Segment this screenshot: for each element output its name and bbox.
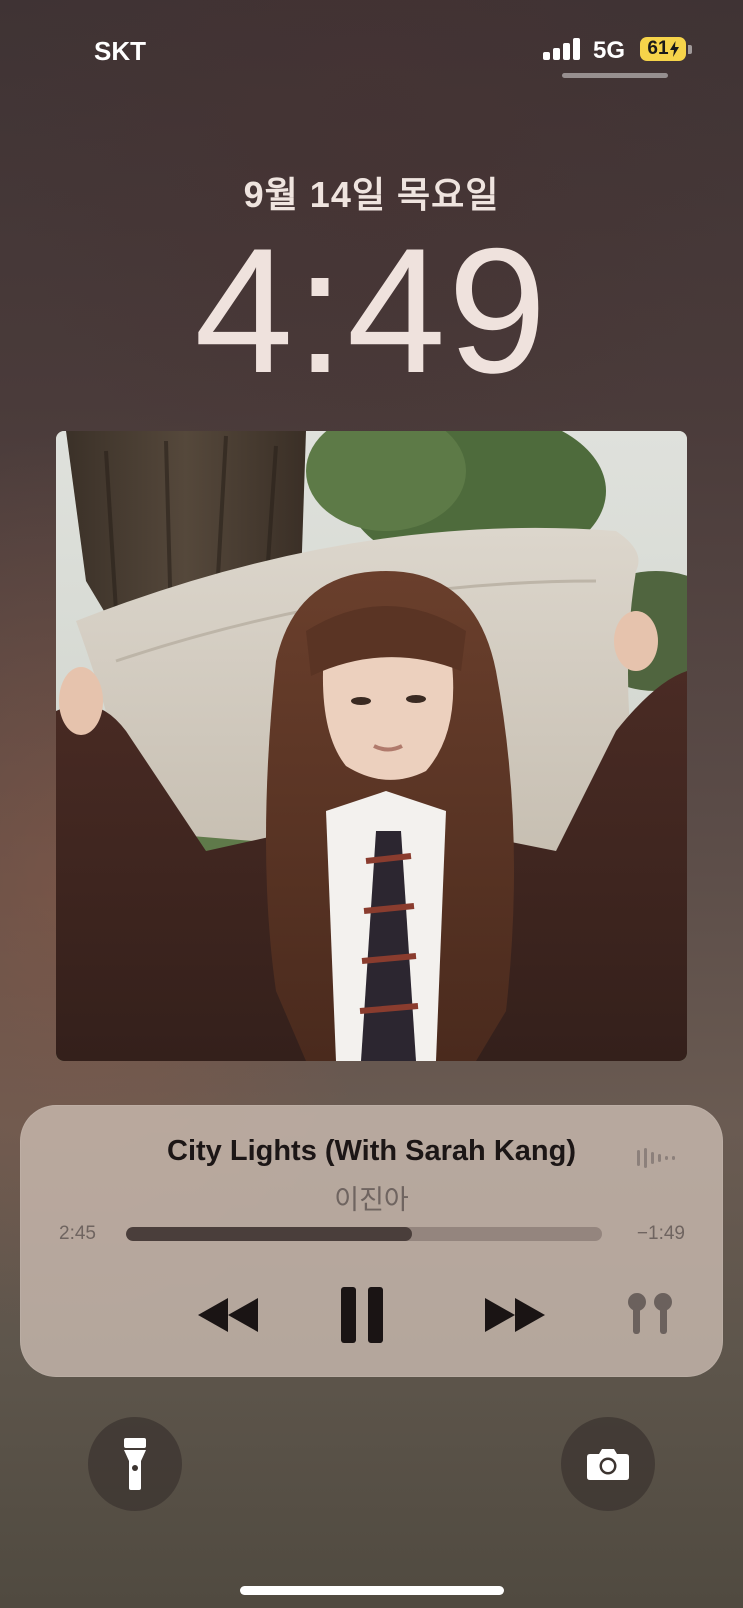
battery-level: 61 bbox=[647, 38, 669, 59]
lock-time: 4:49 bbox=[194, 211, 549, 410]
audio-output-button[interactable] bbox=[620, 1285, 680, 1345]
flashlight-icon bbox=[124, 1438, 146, 1490]
remaining-time: −1:49 bbox=[636, 1223, 685, 1244]
album-artwork-image bbox=[56, 431, 687, 1061]
pause-icon bbox=[341, 1287, 383, 1343]
waveform-icon[interactable] bbox=[637, 1147, 679, 1169]
playback-scrubber[interactable] bbox=[126, 1227, 602, 1241]
elapsed-time: 2:45 bbox=[59, 1223, 96, 1244]
status-bar: SKT 5G 61 bbox=[0, 0, 743, 90]
battery-indicator: 61 bbox=[640, 37, 686, 61]
pause-button[interactable] bbox=[330, 1285, 394, 1345]
flashlight-button[interactable] bbox=[88, 1417, 182, 1511]
control-center-grabber[interactable] bbox=[562, 73, 668, 78]
fast-forward-button[interactable] bbox=[475, 1285, 555, 1345]
track-title: City Lights (With Sarah Kang) bbox=[167, 1135, 576, 1167]
charging-bolt-icon bbox=[669, 41, 679, 57]
camera-button[interactable] bbox=[561, 1417, 655, 1511]
rewind-button[interactable] bbox=[188, 1285, 268, 1345]
track-artist: 이진아 bbox=[334, 1185, 409, 1215]
playback-progress-fill bbox=[126, 1227, 412, 1241]
fast-forward-icon bbox=[485, 1298, 545, 1332]
cellular-signal-icon bbox=[543, 38, 583, 60]
camera-icon bbox=[587, 1449, 629, 1480]
album-artwork[interactable] bbox=[56, 431, 687, 1061]
carrier-label: SKT bbox=[94, 36, 146, 66]
rewind-icon bbox=[198, 1298, 258, 1332]
airpods-icon bbox=[628, 1293, 672, 1334]
battery-cap bbox=[688, 45, 692, 54]
network-type-label: 5G bbox=[593, 37, 626, 64]
now-playing-widget[interactable]: City Lights (With Sarah Kang) 이진아 2:45 −… bbox=[20, 1105, 723, 1377]
home-indicator[interactable] bbox=[240, 1586, 504, 1595]
